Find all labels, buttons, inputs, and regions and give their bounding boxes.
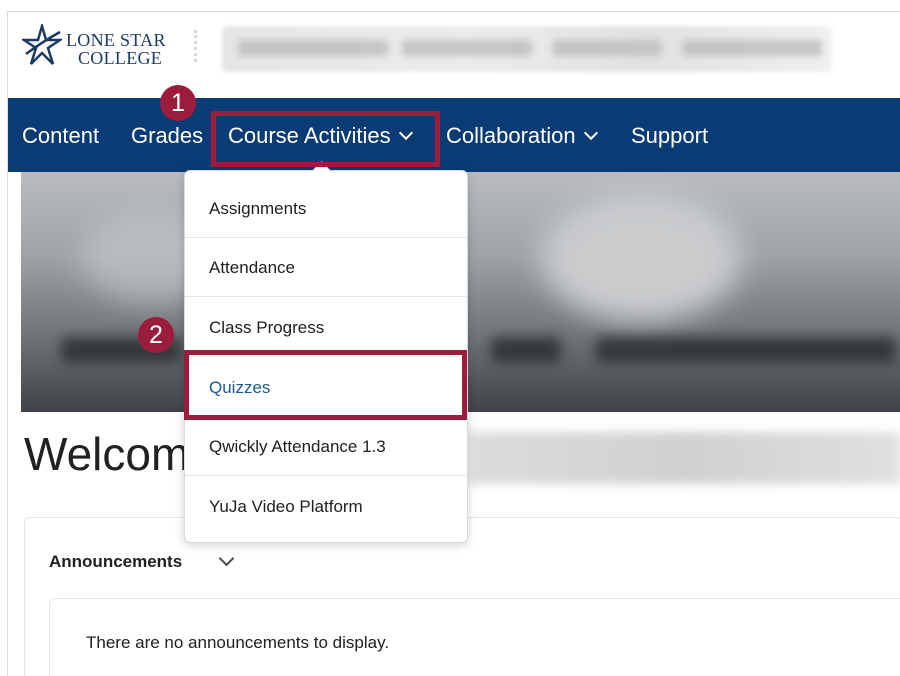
banner-text-redacted xyxy=(491,337,561,363)
header-separator xyxy=(194,30,200,62)
announcements-empty-text: There are no announcements to display. xyxy=(86,633,390,652)
welcome-heading: Welcom xyxy=(24,428,190,480)
chevron-down-icon[interactable] xyxy=(218,550,235,567)
course-navbar: Content Grades Course Activities Collabo… xyxy=(8,98,900,172)
menu-item-qwickly-attendance[interactable]: Qwickly Attendance 1.3 xyxy=(185,417,467,476)
star-logo-icon xyxy=(22,24,62,65)
menu-item-assignments[interactable]: Assignments xyxy=(185,179,467,238)
course-title-redacted xyxy=(222,26,832,72)
highlight-quizzes xyxy=(184,350,467,420)
menu-item-class-progress[interactable]: Class Progress xyxy=(185,298,467,357)
highlight-course-activities xyxy=(211,111,440,167)
logo-wordmark: LONE STAR COLLEGE xyxy=(66,31,166,67)
nav-support[interactable]: Support xyxy=(631,122,708,150)
logo-line-1: LONE STAR xyxy=(66,30,166,50)
banner-text-redacted xyxy=(596,337,896,363)
college-logo[interactable]: LONE STAR COLLEGE xyxy=(22,20,182,76)
top-header: LONE STAR COLLEGE xyxy=(8,12,900,98)
menu-item-attendance[interactable]: Attendance xyxy=(185,238,467,297)
logo-line-2: COLLEGE xyxy=(78,48,163,68)
nav-grades[interactable]: Grades xyxy=(131,122,203,150)
step-badge-2: 2 xyxy=(138,317,174,353)
announcements-list: There are no announcements to display. xyxy=(49,598,900,676)
nav-collaboration[interactable]: Collaboration xyxy=(446,122,598,150)
step-badge-1: 1 xyxy=(160,85,196,121)
nav-content[interactable]: Content xyxy=(22,122,99,150)
announcements-title: Announcements xyxy=(49,552,183,571)
browser-frame: LONE STAR COLLEGE Content Grades Course … xyxy=(7,11,900,676)
welcome-name-redacted xyxy=(468,432,900,484)
chevron-down-icon xyxy=(583,125,598,141)
banner-blob xyxy=(541,192,741,322)
nav-collaboration-label: Collaboration xyxy=(446,123,576,148)
menu-item-yuja-video[interactable]: YuJa Video Platform xyxy=(185,477,467,536)
